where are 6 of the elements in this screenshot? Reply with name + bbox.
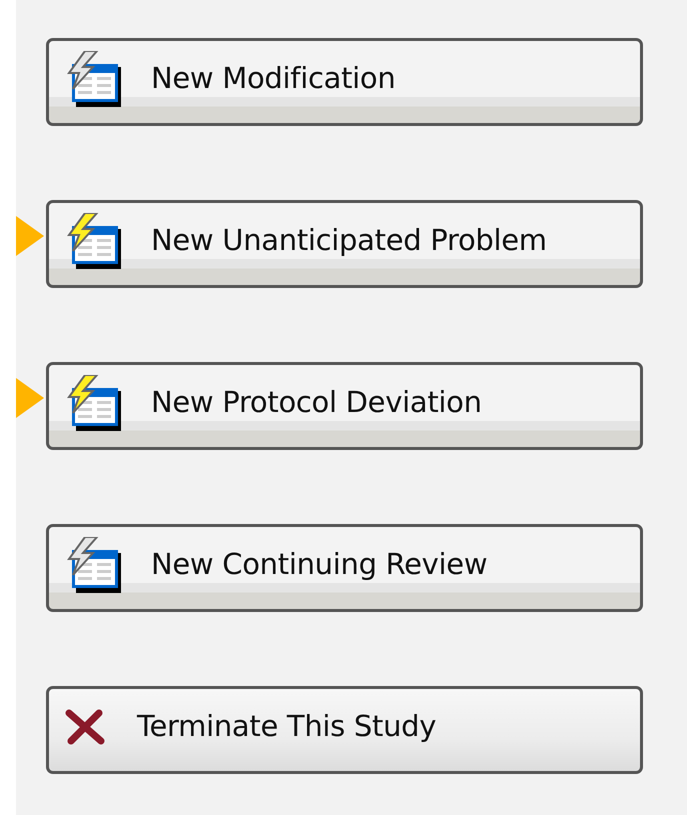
new-item-button[interactable]: New Protocol Deviation [46, 362, 643, 450]
new-item-button[interactable]: New Modification [46, 38, 643, 126]
new-item-button[interactable]: New Continuing Review [46, 524, 643, 612]
x-icon [63, 707, 107, 747]
new-item-button[interactable]: New Unanticipated Problem [46, 200, 643, 288]
terminate-button[interactable]: Terminate This Study [46, 686, 643, 774]
